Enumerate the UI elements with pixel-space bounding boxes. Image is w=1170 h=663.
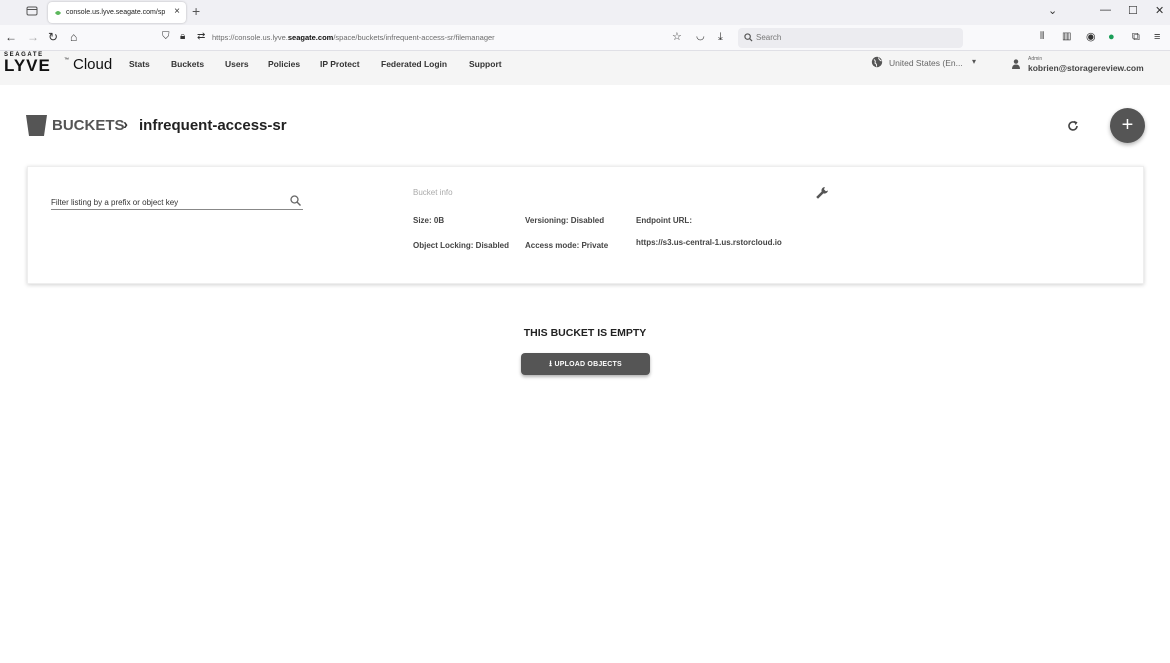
tab-overflow-icon[interactable]: ⌄ [1048, 4, 1057, 17]
upload-label: UPLOAD OBJECTS [554, 361, 622, 368]
refresh-icon[interactable] [1066, 119, 1080, 133]
browser-tab-bar: console.us.lyve.seagate.com/sp × + ⌄ — ☐… [0, 0, 1170, 25]
breadcrumb-buckets[interactable]: BUCKETS [52, 117, 125, 134]
favicon-icon [55, 10, 61, 15]
permissions-icon[interactable]: ⇄ [197, 30, 205, 44]
nav-buckets[interactable]: Buckets [171, 59, 204, 69]
forward-icon[interactable]: → [27, 30, 39, 44]
search-icon [744, 33, 753, 42]
chevron-down-icon[interactable]: ▾ [972, 57, 976, 66]
nav-policies[interactable]: Policies [268, 59, 300, 69]
add-button[interactable]: + [1110, 108, 1145, 143]
pocket-icon[interactable]: ◡ [696, 30, 705, 44]
minimize-icon[interactable]: — [1100, 4, 1111, 16]
home-icon[interactable]: ⌂ [70, 30, 77, 44]
bookmark-star-icon[interactable]: ☆ [672, 30, 682, 44]
tab-list-icon[interactable] [26, 5, 38, 17]
browser-nav-bar: ← → ↻ ⌂ ⛉ 🔒︎ ⇄ https://console.us.lyve.s… [0, 25, 1170, 51]
menu-icon[interactable]: ≡ [1154, 30, 1160, 44]
object-locking: Object Locking: Disabled [413, 241, 510, 250]
bucket-icon [26, 115, 47, 136]
app-header: SEAGATE LYVE ™ Cloud Stats Buckets Users… [0, 51, 1170, 85]
wrench-icon[interactable] [815, 186, 829, 200]
access-mode: Access mode: Private [525, 241, 609, 250]
region-select[interactable]: United States (En... [889, 58, 963, 68]
globe-icon [871, 56, 883, 68]
tab-title: console.us.lyve.seagate.com/sp [66, 9, 166, 16]
library-icon[interactable]: ⫴ [1040, 30, 1044, 44]
browser-search-box[interactable]: Search [738, 28, 963, 48]
upload-objects-button[interactable]: ⭳ UPLOAD OBJECTS [521, 353, 650, 375]
nav-ip-protect[interactable]: IP Protect [320, 59, 360, 69]
brand-cloud[interactable]: Cloud [73, 56, 112, 73]
nav-users[interactable]: Users [225, 59, 249, 69]
new-tab-icon[interactable]: + [192, 3, 200, 19]
nav-support[interactable]: Support [469, 59, 502, 69]
endpoint-label: Endpoint URL: [636, 216, 692, 225]
shield-icon[interactable]: ⛉ [162, 30, 170, 44]
search-icon[interactable] [290, 195, 301, 206]
page-title: infrequent-access-sr [139, 117, 287, 134]
address-bar[interactable]: https://console.us.lyve.seagate.com/spac… [212, 33, 495, 42]
browser-tab[interactable]: console.us.lyve.seagate.com/sp × [48, 2, 186, 23]
bucket-info-card [27, 166, 1144, 284]
user-icon [1012, 59, 1020, 69]
breadcrumb-separator: › [123, 116, 128, 133]
lock-icon[interactable]: 🔒︎ [180, 30, 185, 44]
account-icon[interactable]: ◉ [1086, 30, 1096, 44]
back-icon[interactable]: ← [5, 30, 17, 44]
close-tab-icon[interactable]: × [174, 6, 180, 17]
nav-stats[interactable]: Stats [129, 59, 150, 69]
search-placeholder: Search [756, 33, 782, 42]
close-window-icon[interactable]: ✕ [1155, 4, 1164, 17]
barcode-icon[interactable]: ▥ [1062, 30, 1071, 44]
brand-tm: ™ [64, 57, 69, 63]
user-email[interactable]: kobrien@storagereview.com [1028, 63, 1144, 73]
user-role: Admin [1028, 56, 1043, 62]
extension-green-icon[interactable]: ● [1108, 30, 1115, 44]
bucket-info-title: Bucket info [413, 188, 453, 197]
extensions-icon[interactable]: ⧉ [1132, 30, 1140, 44]
filter-field[interactable] [51, 192, 303, 210]
bucket-versioning: Versioning: Disabled [525, 216, 605, 225]
filter-input[interactable] [51, 198, 281, 207]
empty-message: THIS BUCKET IS EMPTY [523, 327, 647, 339]
download-icon[interactable]: ⤓ [718, 30, 723, 44]
endpoint-url: https://s3.us-central-1.us.rstorcloud.io [636, 238, 782, 247]
reload-icon[interactable]: ↻ [48, 30, 58, 44]
bucket-size: Size: 0B [413, 216, 445, 225]
maximize-icon[interactable]: ☐ [1128, 4, 1138, 17]
brand-lyve[interactable]: LYVE [4, 56, 51, 76]
nav-federated-login[interactable]: Federated Login [381, 59, 447, 69]
